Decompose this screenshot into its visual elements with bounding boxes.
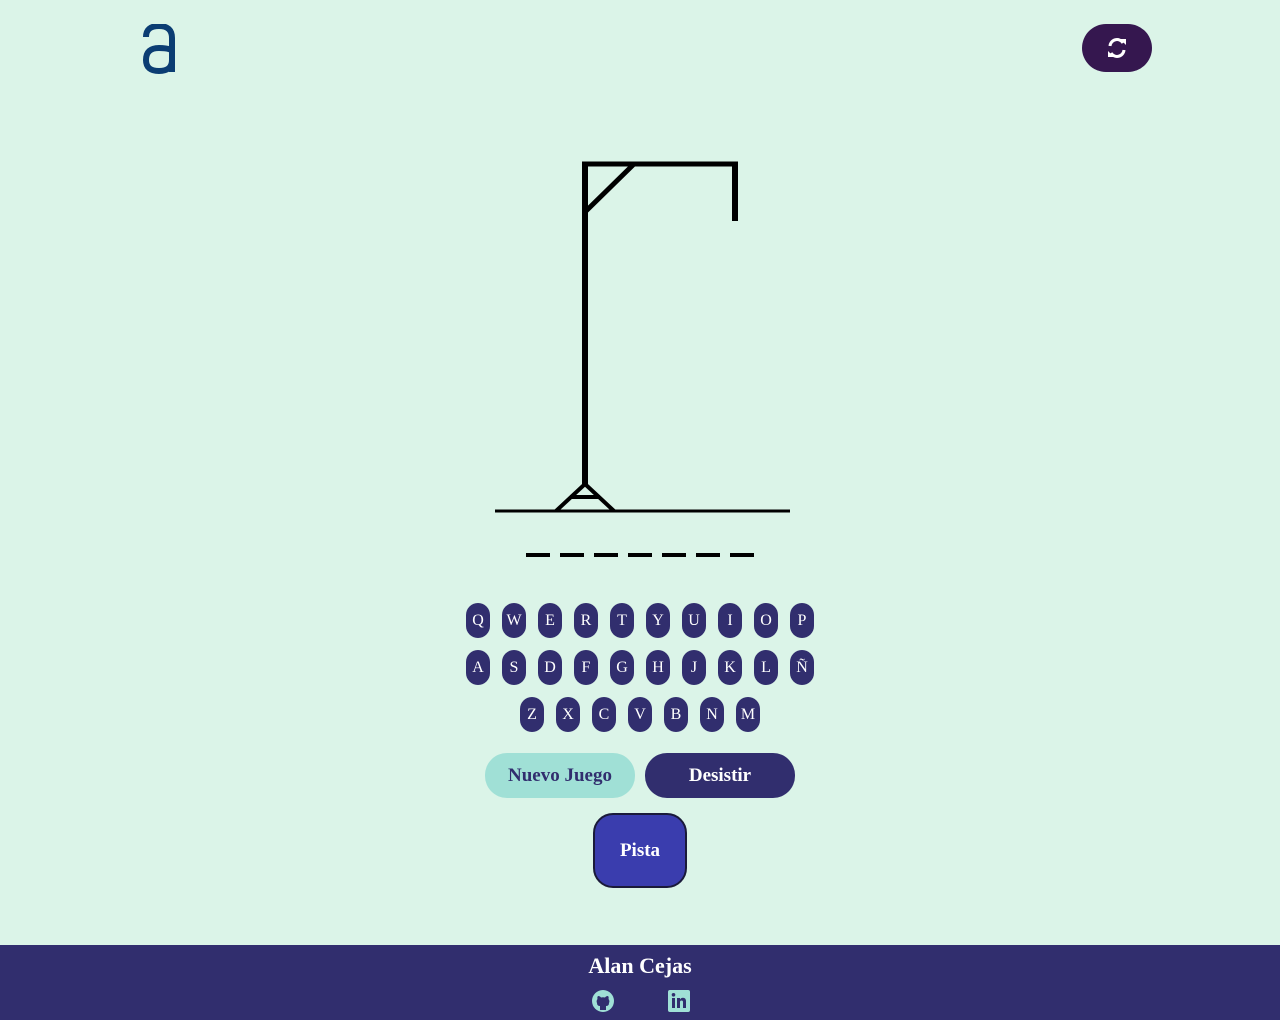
keyboard-row-2: ASDFGHJKLÑ: [0, 650, 1280, 685]
key-v[interactable]: V: [628, 697, 652, 732]
reload-button[interactable]: [1082, 24, 1152, 72]
key-g[interactable]: G: [610, 650, 634, 685]
key-c[interactable]: C: [592, 697, 616, 732]
secret-word: [520, 548, 760, 560]
key-t[interactable]: T: [610, 603, 634, 638]
key-y[interactable]: Y: [646, 603, 670, 638]
alura-logo-icon[interactable]: [142, 24, 176, 74]
key-z[interactable]: Z: [520, 697, 544, 732]
hangman-page: QWERTYUIOP ASDFGHJKLÑ ZXCVBNM Nuevo Jueg…: [0, 0, 1280, 1020]
key-f[interactable]: F: [574, 650, 598, 685]
key-r[interactable]: R: [574, 603, 598, 638]
github-icon[interactable]: [591, 989, 615, 1013]
key-q[interactable]: Q: [466, 603, 490, 638]
letter-keyboard: QWERTYUIOP ASDFGHJKLÑ ZXCVBNM: [0, 603, 1280, 744]
new-game-button[interactable]: Nuevo Juego: [485, 753, 635, 798]
key-j[interactable]: J: [682, 650, 706, 685]
linkedin-icon[interactable]: [667, 989, 691, 1013]
key-e[interactable]: E: [538, 603, 562, 638]
letter-slot: [560, 553, 584, 557]
quit-button[interactable]: Desistir: [645, 753, 795, 798]
key-d[interactable]: D: [538, 650, 562, 685]
letter-slot: [662, 553, 686, 557]
key-s[interactable]: S: [502, 650, 526, 685]
keyboard-row-3: ZXCVBNM: [0, 697, 1280, 732]
key-o[interactable]: O: [754, 603, 778, 638]
key-h[interactable]: H: [646, 650, 670, 685]
key-x[interactable]: X: [556, 697, 580, 732]
letter-slot: [730, 553, 754, 557]
gallows-drawing: [495, 161, 790, 513]
key-n[interactable]: N: [700, 697, 724, 732]
footer: Alan Cejas: [0, 945, 1280, 1020]
refresh-icon: [1108, 38, 1126, 58]
key-k[interactable]: K: [718, 650, 742, 685]
keyboard-row-1: QWERTYUIOP: [0, 603, 1280, 638]
key-i[interactable]: I: [718, 603, 742, 638]
letter-slot: [696, 553, 720, 557]
key-w[interactable]: W: [502, 603, 526, 638]
key-a[interactable]: A: [466, 650, 490, 685]
key-l[interactable]: L: [754, 650, 778, 685]
author-name: Alan Cejas: [588, 953, 692, 978]
letter-slot: [628, 553, 652, 557]
letter-slot: [526, 553, 550, 557]
hint-button[interactable]: Pista: [593, 813, 687, 888]
key-u[interactable]: U: [682, 603, 706, 638]
key-m[interactable]: M: [736, 697, 760, 732]
action-buttons: Nuevo Juego Desistir: [0, 753, 1280, 798]
gallows-brace: [583, 162, 636, 214]
key-ñ[interactable]: Ñ: [790, 650, 814, 685]
key-p[interactable]: P: [790, 603, 814, 638]
key-b[interactable]: B: [664, 697, 688, 732]
letter-slot: [594, 553, 618, 557]
